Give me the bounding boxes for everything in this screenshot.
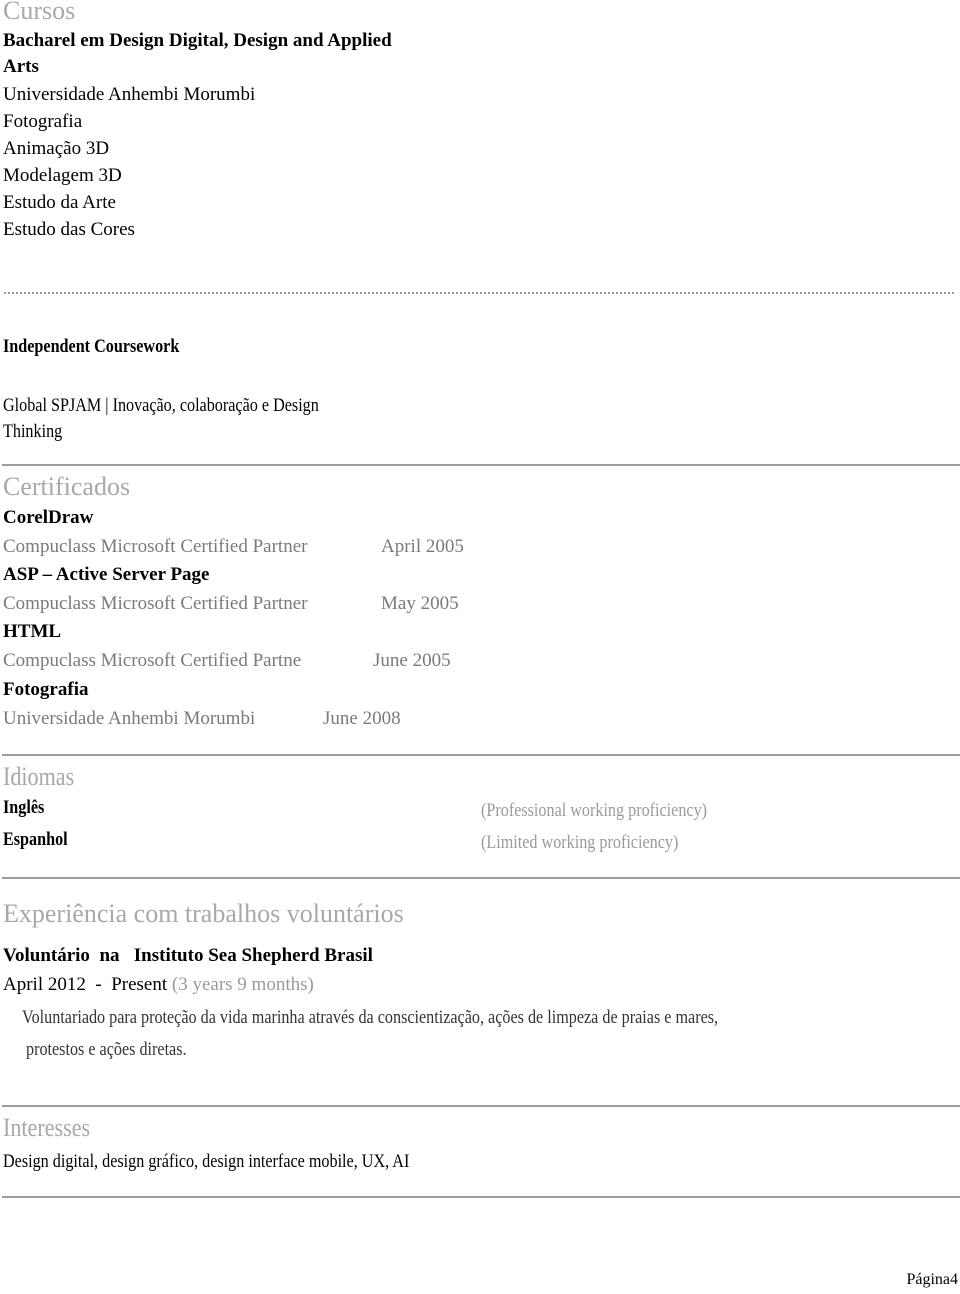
volunteer-duration: (3 years 9 months): [171, 974, 314, 995]
certificate-date: June 2008: [323, 708, 401, 729]
volunteer-role-title: Voluntário: [3, 945, 90, 966]
volunteer-start: April 2012: [3, 974, 86, 995]
certificate-issuer: Universidade Anhembi Morumbi: [3, 708, 256, 729]
independent-coursework-line2: Thinking: [3, 421, 63, 442]
certificate-date: May 2005: [381, 593, 459, 614]
certificate-date: June 2005: [373, 650, 451, 671]
degree-title-line2: Arts: [3, 56, 39, 77]
volunteer-description-line1: Voluntariado para proteção da vida marin…: [22, 1007, 719, 1028]
course-item: Modelagem 3D: [3, 165, 122, 186]
cursos-heading: Cursos: [3, 0, 76, 25]
certificate-issuer: Compuclass Microsoft Certified Partner: [3, 593, 308, 614]
volunteer-separator: -: [95, 974, 102, 995]
degree-institution: Universidade Anhembi Morumbi: [3, 84, 256, 105]
idiomas-heading: Idiomas: [3, 762, 75, 791]
language-level: (Limited working proficiency): [481, 832, 679, 853]
course-item: Fotografia: [3, 111, 83, 132]
certificate-name: Fotografia: [3, 679, 89, 700]
certificate-name: CorelDraw: [3, 507, 94, 528]
volunteer-role: Voluntário na Instituto Sea Shepherd Bra…: [3, 945, 373, 967]
section-divider: [2, 1196, 960, 1198]
degree-title-line1: Bacharel em Design Digital, Design and A…: [3, 30, 392, 51]
certificate-issuer: Compuclass Microsoft Certified Partne: [3, 650, 302, 671]
certificate-name: ASP – Active Server Page: [3, 564, 210, 585]
independent-coursework-heading: Independent Coursework: [3, 336, 180, 357]
language-name: Inglês: [3, 797, 45, 818]
course-item: Estudo das Cores: [3, 219, 135, 240]
language-name: Espanhol: [3, 829, 68, 850]
section-divider: [2, 754, 960, 756]
language-level: (Professional working proficiency): [481, 800, 708, 821]
section-divider: [2, 877, 960, 879]
certificate-date: April 2005: [381, 536, 464, 557]
dotted-divider: [4, 292, 954, 294]
volunteer-end: Present: [111, 974, 168, 995]
course-item: Estudo da Arte: [3, 192, 116, 213]
course-item: Animação 3D: [3, 138, 110, 159]
section-divider: [2, 464, 960, 466]
page-number: Página4: [906, 1271, 958, 1288]
interesses-heading: Interesses: [3, 1113, 91, 1142]
volunteer-dates: April 2012 - Present (3 years 9 months): [3, 974, 314, 996]
volunteer-organization: Instituto Sea Shepherd Brasil: [133, 945, 373, 966]
volunteer-connector: na: [99, 945, 120, 966]
section-divider: [2, 1105, 960, 1107]
interesses-text: Design digital, design gráfico, design i…: [3, 1151, 410, 1172]
certificate-name: HTML: [3, 621, 62, 642]
independent-coursework-line1: Global SPJAM | Inovação, colaboração e D…: [3, 395, 319, 416]
certificados-heading: Certificados: [3, 472, 131, 501]
volunteer-description-line2: protestos e ações diretas.: [26, 1039, 187, 1060]
volunteer-heading: Experiência com trabalhos voluntários: [3, 899, 404, 928]
certificate-issuer: Compuclass Microsoft Certified Partner: [3, 536, 308, 557]
